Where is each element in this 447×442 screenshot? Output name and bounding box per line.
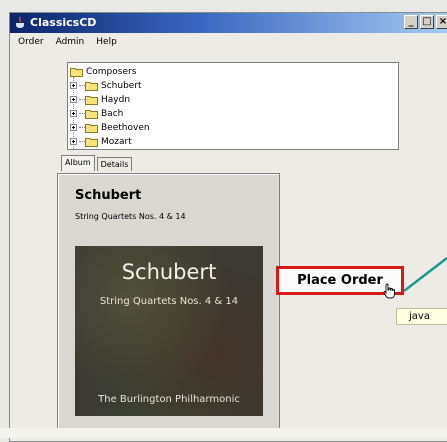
tab-album[interactable]: Album bbox=[61, 155, 95, 171]
folder-icon bbox=[85, 109, 98, 119]
tab-details[interactable]: Details bbox=[96, 157, 133, 171]
tree-node-bach[interactable]: Bach bbox=[70, 107, 123, 120]
tree-node-mozart[interactable]: Mozart bbox=[70, 135, 132, 148]
cover-performer: The Burlington Philharmonic bbox=[98, 394, 240, 405]
tree-node-beethoven[interactable]: Beethoven bbox=[70, 121, 150, 134]
menu-help[interactable]: Help bbox=[88, 33, 121, 51]
album-cover-image: Schubert String Quartets Nos. 4 & 14 The… bbox=[75, 246, 263, 416]
tree-node-schubert[interactable]: Schubert bbox=[70, 79, 142, 92]
tree-label-beethoven: Beethoven bbox=[101, 122, 150, 133]
expand-icon[interactable] bbox=[70, 96, 77, 103]
minimize-button[interactable]: _ bbox=[404, 15, 418, 29]
tree-label-schubert: Schubert bbox=[101, 80, 142, 91]
expand-icon[interactable] bbox=[70, 138, 77, 145]
hand-cursor-icon bbox=[383, 283, 395, 299]
tree-node-haydn[interactable]: Haydn bbox=[70, 93, 130, 106]
tree-label-bach: Bach bbox=[101, 108, 124, 119]
menu-admin[interactable]: Admin bbox=[48, 33, 89, 51]
folder-icon bbox=[85, 95, 98, 105]
close-button[interactable]: × bbox=[436, 15, 447, 29]
expand-icon[interactable] bbox=[70, 82, 77, 89]
album-tabs: Album Details bbox=[61, 155, 134, 173]
menu-order[interactable]: Order bbox=[10, 33, 48, 51]
title-bar[interactable]: ClassicsCD _ □ × bbox=[10, 13, 447, 33]
cover-title: Schubert bbox=[121, 260, 217, 284]
expand-icon[interactable] bbox=[70, 110, 77, 117]
window-controls: _ □ × bbox=[404, 15, 447, 29]
album-panel: Schubert String Quartets Nos. 4 & 14 Sch… bbox=[57, 173, 280, 438]
background-strip bbox=[0, 428, 447, 438]
folder-icon bbox=[70, 67, 83, 77]
app-window: ClassicsCD _ □ × Order Admin Help Compos… bbox=[9, 12, 447, 442]
expand-icon[interactable] bbox=[70, 124, 77, 131]
tooltip: java bbox=[396, 308, 447, 325]
composer-tree[interactable]: Composers Schubert Haydn Bach Beethoven … bbox=[67, 62, 399, 150]
java-cup-icon bbox=[16, 16, 24, 28]
tree-label-mozart: Mozart bbox=[101, 136, 132, 147]
maximize-button[interactable]: □ bbox=[420, 15, 434, 29]
window-title: ClassicsCD bbox=[30, 16, 97, 29]
tree-label-root: Composers bbox=[86, 66, 137, 77]
tree-node-root[interactable]: Composers bbox=[70, 65, 136, 78]
folder-icon bbox=[85, 137, 98, 147]
cover-subtitle: String Quartets Nos. 4 & 14 bbox=[99, 296, 239, 307]
menu-bar: Order Admin Help bbox=[10, 33, 447, 51]
album-title: Schubert bbox=[75, 188, 142, 203]
album-subtitle: String Quartets Nos. 4 & 14 bbox=[75, 212, 186, 221]
folder-icon bbox=[85, 123, 98, 133]
tree-label-haydn: Haydn bbox=[101, 94, 131, 105]
folder-icon bbox=[85, 81, 98, 91]
